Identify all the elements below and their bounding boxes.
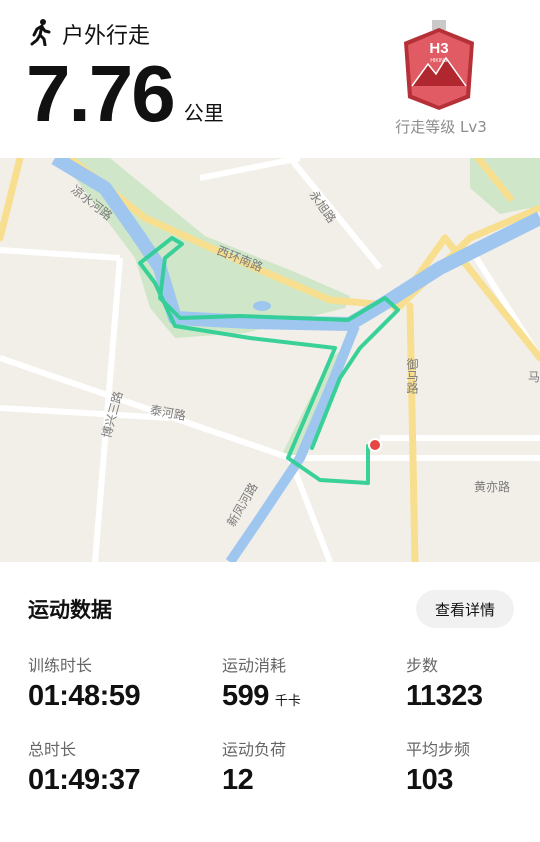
stat-label: 运动消耗 bbox=[222, 656, 287, 675]
stat-label: 运动负荷 bbox=[222, 740, 287, 759]
activity-label: 户外行走 bbox=[62, 24, 151, 49]
distance-readout: 7.76 公里 bbox=[26, 52, 224, 136]
stat-label: 步数 bbox=[406, 656, 439, 675]
stat-label: 训练时长 bbox=[28, 656, 93, 675]
pond bbox=[253, 301, 271, 311]
stat-unit: 千卡 bbox=[274, 693, 301, 708]
badge-title: H3 bbox=[429, 40, 448, 57]
view-details-button[interactable]: 查看详情 bbox=[416, 590, 514, 628]
activity-type: 户外行走 bbox=[30, 18, 150, 50]
stat-steps: 步数 11323 bbox=[406, 652, 483, 713]
walking-icon bbox=[30, 18, 52, 50]
road-label: 马 bbox=[528, 370, 540, 384]
badge-subtitle: HIKING bbox=[430, 58, 447, 64]
stat-value: 11323 bbox=[406, 680, 483, 712]
stat-label: 平均步频 bbox=[406, 740, 471, 759]
stat-training-load: 运动负荷 12 bbox=[222, 736, 286, 797]
level-badge[interactable]: H3 HIKING bbox=[398, 20, 480, 112]
stat-total-duration: 总时长 01:49:37 bbox=[28, 736, 141, 797]
stat-training-duration: 训练时长 01:48:59 bbox=[28, 652, 141, 713]
route-map[interactable]: 凉水河路 西环南路 永旭路 御马路 博兴三路 泰河路 新凤河路 黄亦路 马 bbox=[0, 158, 540, 562]
road-label: 黄亦路 bbox=[474, 480, 511, 494]
section-title: 运动数据 bbox=[28, 598, 112, 622]
distance-unit: 公里 bbox=[183, 101, 224, 125]
map-canvas bbox=[0, 158, 540, 562]
stat-avg-cadence: 平均步频 103 bbox=[406, 736, 470, 797]
stat-calories: 运动消耗 599 千卡 bbox=[222, 652, 301, 713]
road-label: 御马路 bbox=[405, 358, 419, 394]
stat-label: 总时长 bbox=[28, 740, 77, 759]
workout-header: 户外行走 7.76 公里 H3 HIKING 行走等级 Lv3 bbox=[0, 0, 540, 158]
bottom-fade bbox=[0, 790, 540, 842]
walking-level: 行走等级 Lv3 bbox=[395, 118, 487, 136]
badge-icon: H3 HIKING bbox=[404, 20, 474, 110]
stat-value: 01:48:59 bbox=[28, 680, 141, 712]
stat-value: 599 千卡 bbox=[222, 680, 301, 712]
distance-value: 7.76 bbox=[26, 49, 176, 138]
route-end-marker bbox=[368, 438, 382, 452]
